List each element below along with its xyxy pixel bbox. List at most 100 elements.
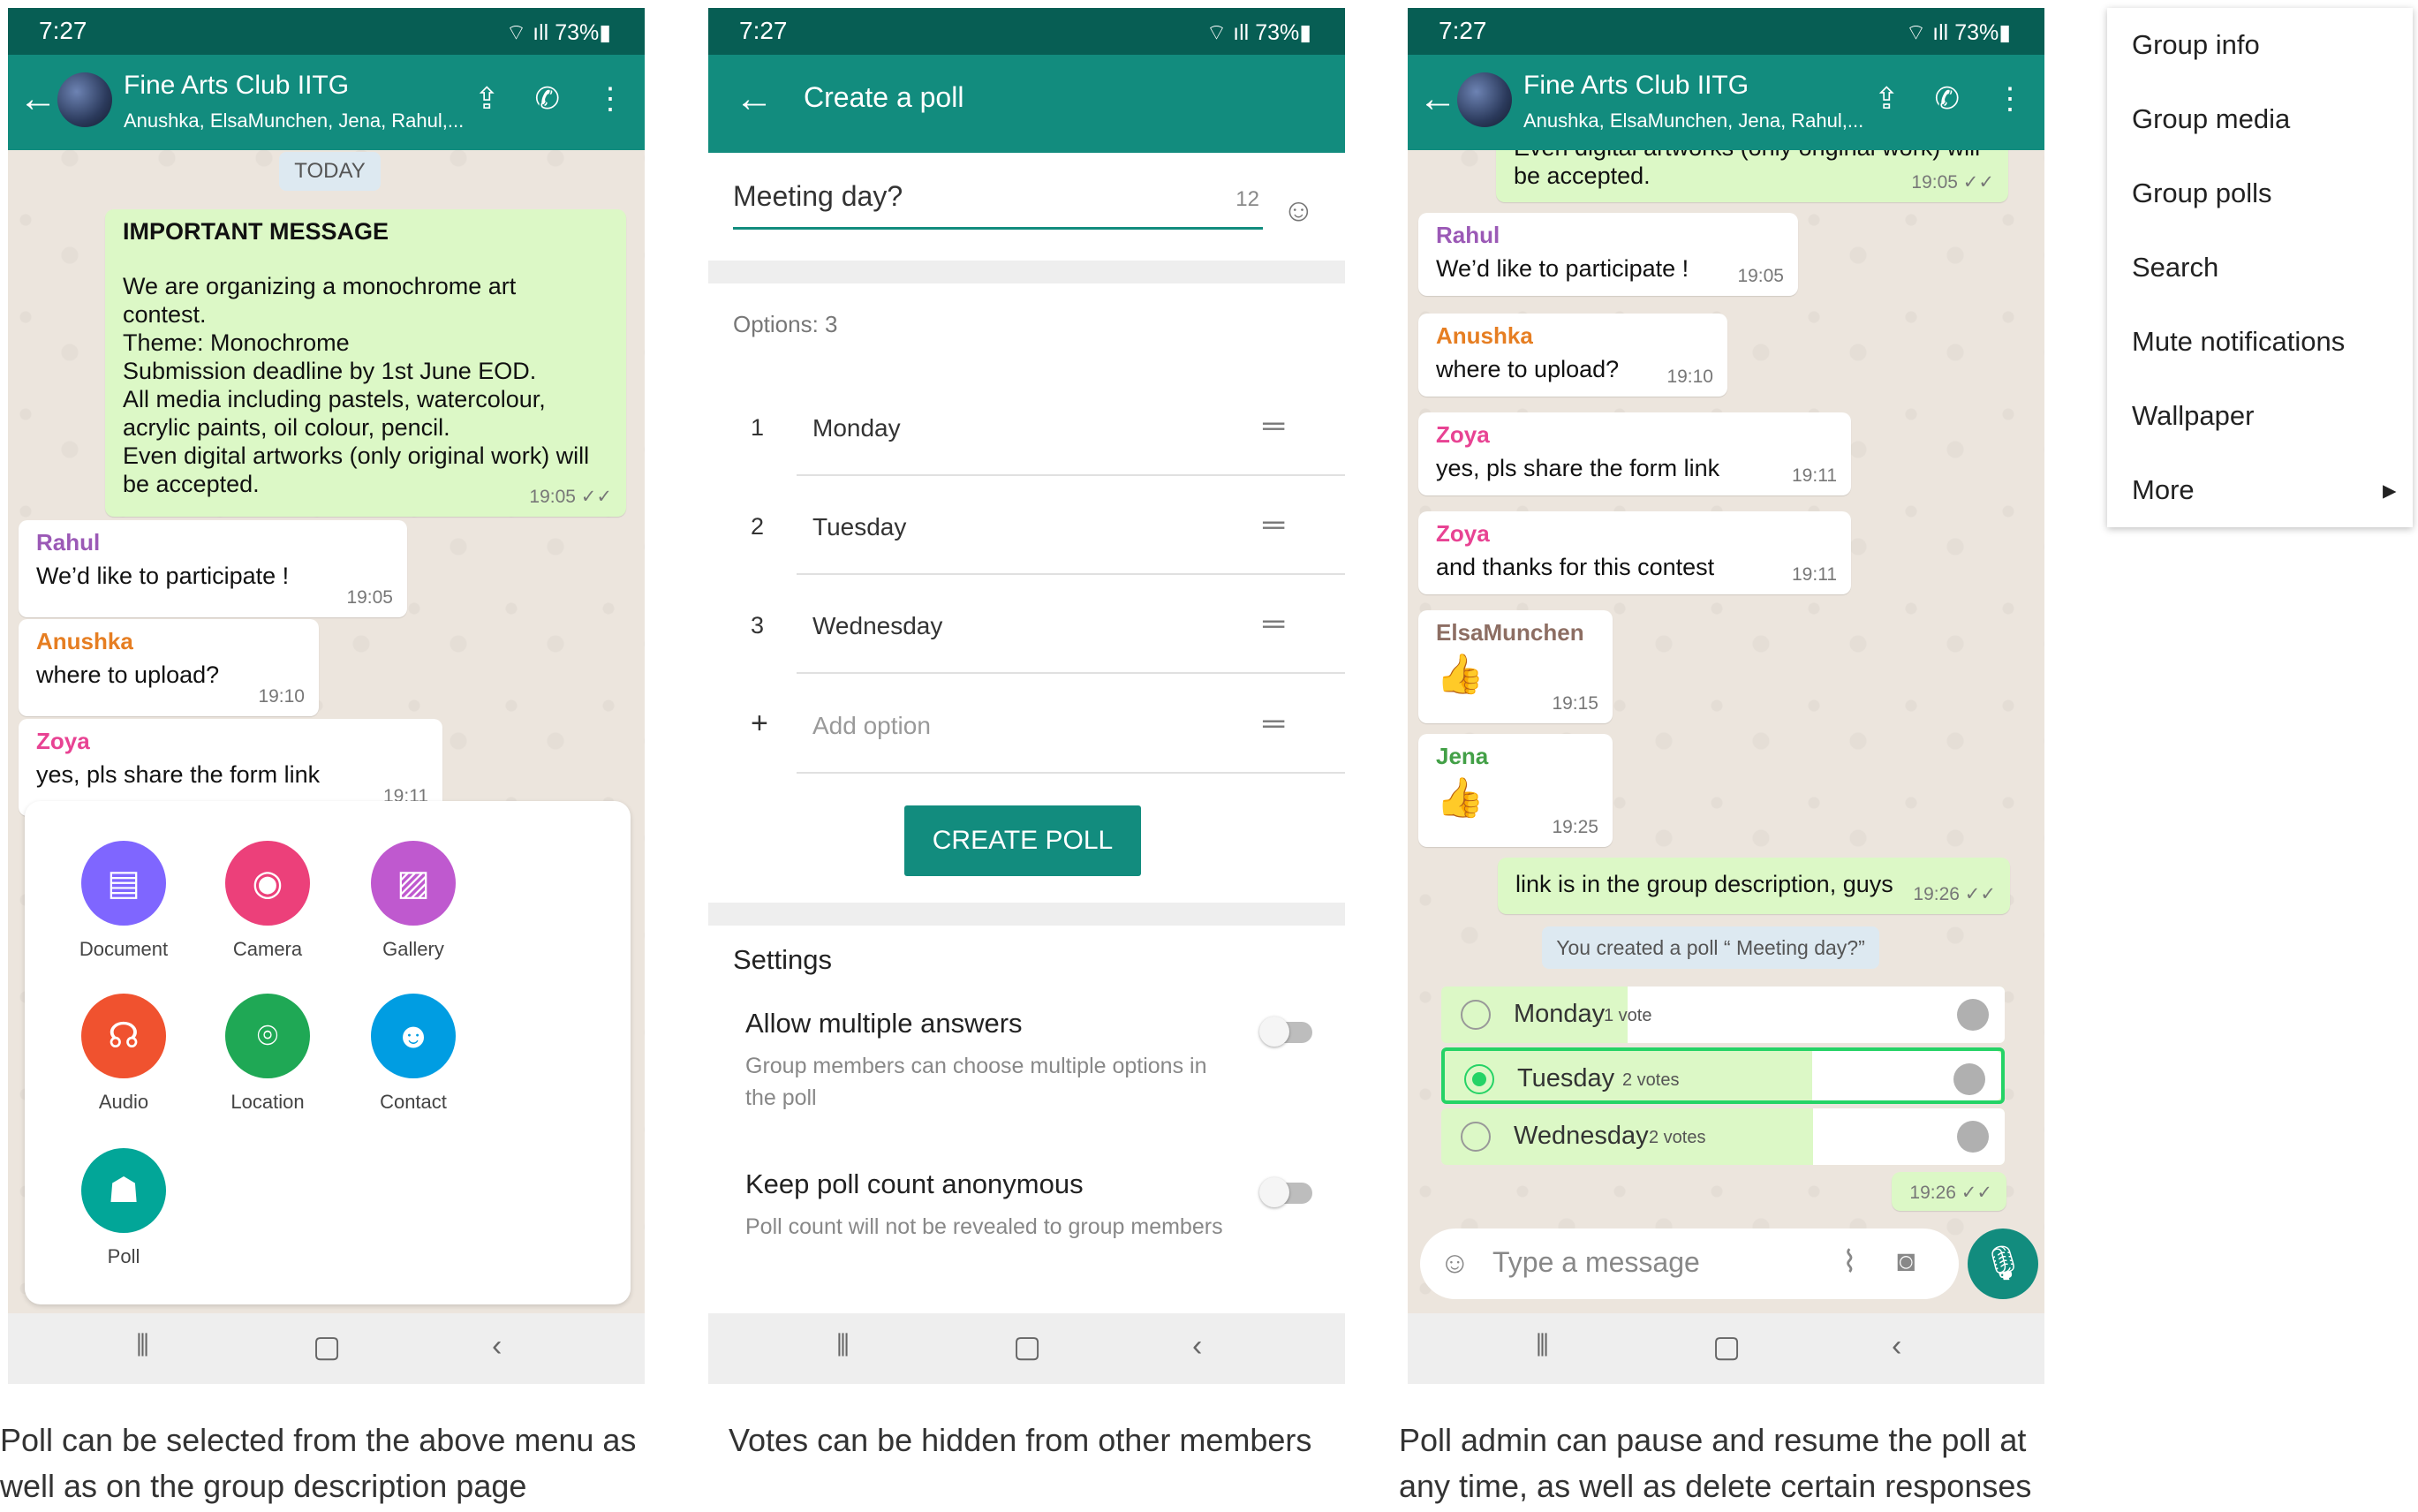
sender-name: Zoya — [1436, 520, 1490, 547]
message-bubble[interactable]: Zoya yes, pls share the form link 19:11 — [1418, 412, 1851, 495]
divider — [797, 672, 1345, 674]
poll-option-row[interactable]: 3 Wednesday ═ — [708, 577, 1345, 674]
attach-option-poll[interactable]: ☗ Poll — [53, 1148, 194, 1268]
more-vert-icon[interactable]: ⋮ — [1995, 81, 2025, 117]
drag-handle-icon[interactable]: ═ — [1263, 707, 1284, 741]
group-avatar[interactable] — [57, 72, 112, 127]
option-number: 2 — [751, 513, 765, 540]
attach-option-contact[interactable]: ☻ Contact — [343, 994, 484, 1114]
attach-icon[interactable]: ⌇ — [1842, 1244, 1857, 1280]
attach-option-gallery[interactable]: ▨ Gallery — [343, 841, 484, 961]
upload-icon[interactable]: ⇪ — [474, 81, 500, 117]
message-time: 19:15 — [1552, 693, 1598, 714]
poll-radio[interactable] — [1461, 1000, 1491, 1030]
drag-handle-icon[interactable]: ═ — [1263, 607, 1284, 641]
message-bubble[interactable]: Anushka where to upload? 19:10 — [19, 619, 319, 716]
chat-header: ← Fine Arts Club IITG Anushka, ElsaMunch… — [1408, 55, 2044, 150]
question-text[interactable]: Meeting day? — [733, 180, 903, 212]
message-text: yes, pls share the form link — [1436, 455, 1720, 481]
attach-option-document[interactable]: ▤ Document — [53, 841, 194, 961]
add-option-placeholder[interactable]: Add option — [812, 712, 931, 740]
upload-icon[interactable]: ⇪ — [1874, 81, 1900, 117]
menu-item-group-media[interactable]: Group media — [2132, 103, 2290, 135]
create-poll-button[interactable]: CREATE POLL — [904, 805, 1141, 876]
message-placeholder[interactable]: Type a message — [1492, 1246, 1700, 1279]
back-arrow-icon[interactable]: ← — [1418, 79, 1457, 118]
attach-option-camera[interactable]: ◉ Camera — [197, 841, 338, 961]
poll-option-row[interactable]: 2 Tuesday ═ — [708, 478, 1345, 575]
message-bubble[interactable]: Jena 👍 19:25 — [1418, 734, 1613, 847]
message-bubble[interactable]: Rahul We’d like to participate ! 19:05 — [19, 520, 407, 617]
home-icon[interactable]: ▢ — [313, 1329, 341, 1365]
menu-item-group-info[interactable]: Group info — [2132, 29, 2260, 61]
poll-option-tuesday[interactable]: Tuesday 2 votes — [1441, 1047, 2005, 1104]
mic-button[interactable]: 🎙 — [1968, 1228, 2038, 1299]
voter-avatar — [1953, 1063, 1985, 1095]
poll-radio[interactable] — [1464, 1064, 1494, 1094]
emoji-icon[interactable]: ☺ — [1439, 1246, 1470, 1281]
menu-item-wallpaper[interactable]: Wallpaper — [2132, 400, 2254, 432]
group-avatar[interactable] — [1457, 72, 1512, 127]
back-arrow-icon[interactable]: ← — [19, 79, 57, 118]
message-input[interactable]: ☺ Type a message ⌇ ◙ — [1420, 1228, 1959, 1299]
nav-bar: ⦀ ▢ ‹ — [708, 1313, 1345, 1384]
nav-back-icon[interactable]: ‹ — [492, 1329, 502, 1364]
group-members[interactable]: Anushka, ElsaMunchen, Jena, Rahul,... — [1523, 110, 1863, 132]
recents-icon[interactable]: ⦀ — [836, 1329, 850, 1364]
group-members[interactable]: Anushka, ElsaMunchen, Jena, Rahul,... — [124, 110, 464, 132]
message-bubble[interactable]: Rahul We’d like to participate ! 19:05 — [1418, 213, 1798, 296]
sender-name: Anushka — [36, 628, 133, 654]
emoji-icon[interactable]: ☺ — [1282, 192, 1315, 229]
home-icon[interactable]: ▢ — [1013, 1329, 1041, 1365]
drag-handle-icon[interactable]: ═ — [1263, 508, 1284, 542]
menu-item-more[interactable]: More ▸ — [2132, 474, 2397, 506]
announcement-bubble[interactable]: IMPORTANT MESSAGE We are organizing a mo… — [105, 209, 626, 517]
option-text[interactable]: Monday — [812, 414, 901, 442]
question-input[interactable]: Meeting day? 12 — [733, 180, 1263, 230]
add-call-icon[interactable]: ✆ — [1935, 81, 1961, 117]
more-vert-icon[interactable]: ⋮ — [595, 81, 625, 117]
add-call-icon[interactable]: ✆ — [535, 81, 561, 117]
menu-item-group-polls[interactable]: Group polls — [2132, 178, 2272, 209]
chat-header: ← Fine Arts Club IITG Anushka, ElsaMunch… — [8, 55, 645, 150]
nav-back-icon[interactable]: ‹ — [1892, 1329, 1901, 1364]
home-icon[interactable]: ▢ — [1712, 1329, 1741, 1365]
attach-option-audio[interactable]: ☊ Audio — [53, 994, 194, 1114]
message-bubble[interactable]: ElsaMunchen 👍 19:15 — [1418, 610, 1613, 723]
recents-icon[interactable]: ⦀ — [1536, 1329, 1549, 1364]
status-bar: 7:27 ⌔ ıll 73%▮ — [1408, 8, 2044, 55]
nav-back-icon[interactable]: ‹ — [1192, 1329, 1202, 1364]
outgoing-bubble[interactable]: link is in the group description, guys 1… — [1498, 858, 2010, 914]
poll-radio[interactable] — [1461, 1122, 1491, 1152]
menu-item-mute-notifications[interactable]: Mute notifications — [2132, 326, 2345, 358]
announcement-line: All media including pastels, watercolour… — [123, 386, 546, 412]
group-title[interactable]: Fine Arts Club IITG — [124, 71, 349, 101]
battery-level: 73% — [555, 20, 600, 45]
multiple-answers-toggle[interactable] — [1259, 1017, 1312, 1047]
poll-option-label: Tuesday — [1517, 1064, 1615, 1092]
camera-icon[interactable]: ◙ — [1897, 1244, 1916, 1279]
message-bubble[interactable]: Zoya and thanks for this contest 19:11 — [1418, 511, 1851, 594]
menu-item-search[interactable]: Search — [2132, 252, 2218, 284]
recents-icon[interactable]: ⦀ — [136, 1329, 149, 1364]
poll-option-monday[interactable]: Monday 1 vote — [1441, 987, 2005, 1043]
group-title[interactable]: Fine Arts Club IITG — [1523, 71, 1749, 101]
message-bubble[interactable]: Anushka where to upload? 19:10 — [1418, 314, 1727, 397]
add-icon[interactable]: + — [751, 707, 768, 741]
add-option-row[interactable]: + Add option ═ — [708, 677, 1345, 774]
option-text[interactable]: Wednesday — [812, 612, 942, 640]
sender-name: Zoya — [1436, 421, 1490, 448]
divider — [708, 261, 1345, 284]
option-text[interactable]: Tuesday — [812, 513, 906, 541]
attach-option-location[interactable]: ⌾ Location — [197, 994, 338, 1114]
important-title: IMPORTANT MESSAGE — [123, 218, 389, 245]
back-arrow-icon[interactable]: ← — [735, 79, 774, 118]
anonymous-toggle[interactable] — [1259, 1177, 1312, 1207]
caption-1: Poll can be selected from the above menu… — [0, 1418, 671, 1509]
nav-bar: ⦀ ▢ ‹ — [1408, 1313, 2044, 1384]
drag-handle-icon[interactable]: ═ — [1263, 409, 1284, 443]
poll-option-wednesday[interactable]: Wednesday 2 votes — [1441, 1108, 2005, 1165]
poll-option-row[interactable]: 1 Monday ═ — [708, 379, 1345, 476]
message-time: 19:25 — [1552, 817, 1598, 837]
settings-title: Settings — [733, 944, 833, 975]
